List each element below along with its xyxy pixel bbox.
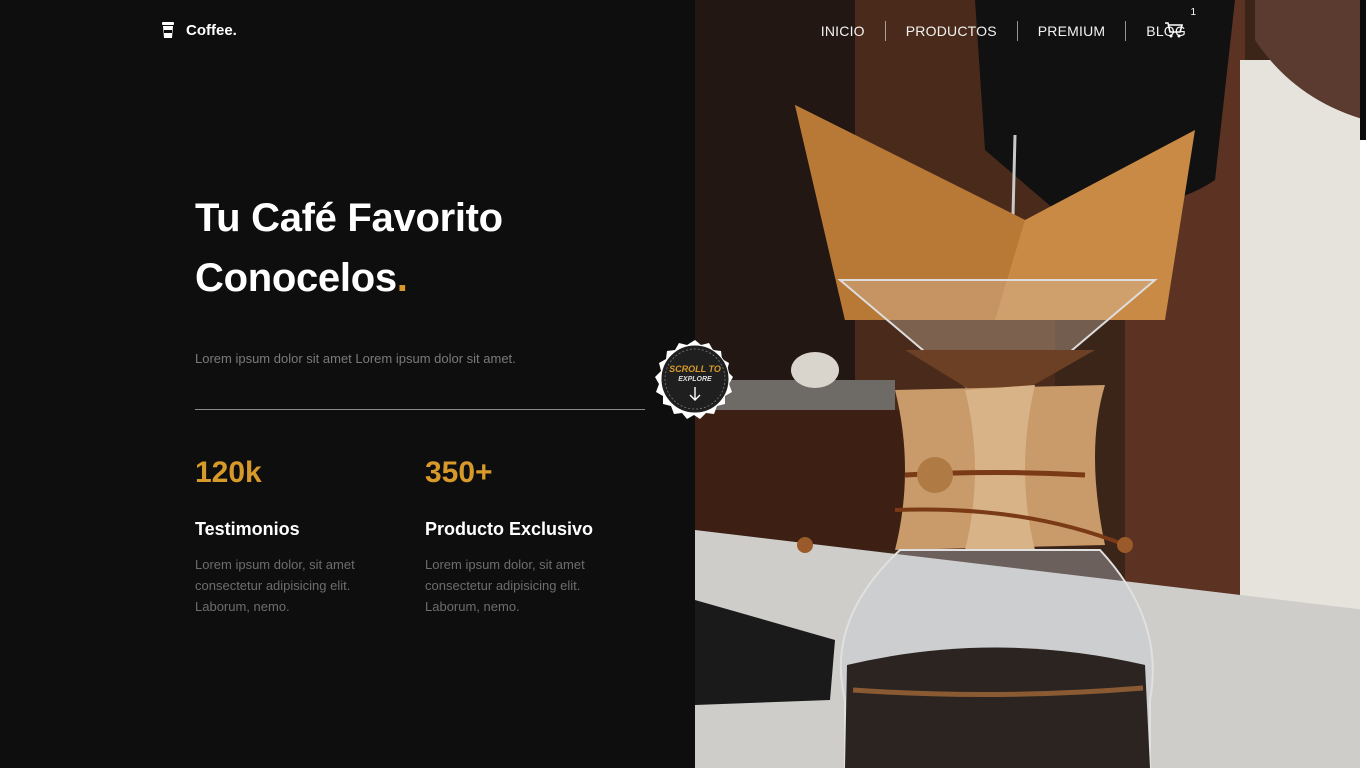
hero-title: Tu Café Favorito Conocelos. <box>195 188 503 308</box>
nav-item-productos[interactable]: PRODUCTOS <box>886 20 1017 42</box>
page-edge-dark <box>1360 0 1366 140</box>
brand-logo[interactable]: Coffee. <box>160 21 237 39</box>
main-nav: INICIO PRODUCTOS PREMIUM BLOG <box>801 20 1186 42</box>
stat-description: Lorem ipsum dolor, sit amet consectetur … <box>195 557 355 614</box>
arrow-down-icon <box>689 387 701 401</box>
scroll-to-explore-badge[interactable]: SCROLL TO EXPLORE <box>654 338 736 420</box>
hero-divider <box>195 409 645 410</box>
nav-item-inicio[interactable]: INICIO <box>801 20 885 42</box>
hero-title-line2: Conocelos <box>195 256 397 300</box>
nav-item-premium[interactable]: PREMIUM <box>1018 20 1126 42</box>
hero-title-line1: Tu Café Favorito <box>195 196 503 240</box>
brand-name: Coffee. <box>186 21 237 39</box>
hero-title-dot: . <box>396 256 408 300</box>
coffee-cup-icon <box>162 22 174 38</box>
hero-left-panel <box>0 0 695 768</box>
stat-producto-exclusivo: 350+ Producto Exclusivo Lorem ipsum dolo… <box>425 455 625 617</box>
stat-label: Testimonios <box>195 519 300 539</box>
stat-description: Lorem ipsum dolor, sit amet consectetur … <box>425 557 585 614</box>
stat-number: 120k <box>195 456 262 489</box>
badge-line2: EXPLORE <box>678 376 712 383</box>
page-edge-light <box>1360 140 1366 768</box>
hero-subtitle: Lorem ipsum dolor sit amet Lorem ipsum d… <box>195 351 516 366</box>
stat-number: 350+ <box>425 456 493 489</box>
stat-testimonios: 120k Testimonios Lorem ipsum dolor, sit … <box>195 455 395 617</box>
stat-label: Producto Exclusivo <box>425 519 594 539</box>
cart-count-badge: 1 <box>1190 7 1196 18</box>
hero-coffee-photo <box>695 0 1366 768</box>
badge-line1: SCROLL TO <box>669 364 721 374</box>
cart-icon[interactable] <box>1164 21 1184 39</box>
